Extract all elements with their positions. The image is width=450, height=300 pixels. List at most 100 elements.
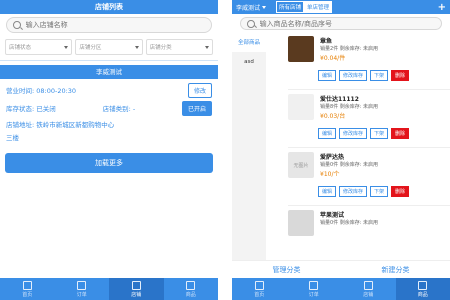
product-actions: 编辑 修改库存 下架 删除 — [318, 128, 410, 139]
product-name: 章鱼 — [320, 38, 333, 45]
hours-row: 营业时间: 08:00-20:30 修改 — [0, 81, 218, 99]
all-stores-tab[interactable]: 所有店铺 — [276, 1, 305, 13]
add-icon[interactable]: + — [438, 2, 446, 13]
product-thumb — [288, 36, 314, 62]
tab-orders-label: 订单 — [76, 291, 87, 298]
chevron-down-icon — [64, 45, 69, 49]
tab-bar: 首页 订单 店铺 商品 — [232, 278, 450, 300]
product-item: 爱仕达11112 销量8件 剩余库存: 未启用 ¥0.03/台 编辑 修改库存 … — [288, 90, 450, 148]
search-row — [0, 14, 218, 38]
store-icon — [131, 280, 141, 290]
tab-store[interactable]: 店铺 — [341, 278, 396, 300]
chevron-down-icon — [262, 5, 267, 9]
single-store-tab[interactable]: 单店管理 — [304, 1, 333, 13]
right-top-bar: 李威测试 所有店铺 单店管理 + — [232, 0, 450, 14]
search-icon — [247, 19, 255, 28]
tab-products[interactable]: 商品 — [164, 278, 219, 300]
product-thumb — [288, 210, 314, 236]
search-box[interactable] — [6, 17, 212, 33]
edit-stock-button[interactable]: 修改库存 — [339, 186, 368, 197]
tab-home[interactable]: 首页 — [232, 278, 287, 300]
tab-products-label: 商品 — [417, 291, 428, 298]
tab-products[interactable]: 商品 — [395, 278, 450, 300]
tab-home-label: 首页 — [254, 291, 265, 298]
products-icon — [418, 280, 428, 290]
delete-button[interactable]: 删除 — [391, 186, 410, 197]
filter-district-label: 店铺分区 — [79, 45, 102, 51]
filter-district[interactable]: 店铺分区 — [75, 39, 143, 55]
product-price: ¥0.04/件 — [320, 55, 346, 62]
product-actions: 编辑 修改库存 下架 删除 — [318, 186, 410, 197]
filter-status-label: 店铺状态 — [9, 45, 32, 51]
product-search-input[interactable] — [259, 19, 435, 28]
orders-icon — [309, 280, 319, 290]
tab-products-label: 商品 — [185, 291, 196, 298]
filter-category-label: 店铺分类 — [149, 45, 172, 51]
product-price: ¥0.03/台 — [320, 113, 346, 120]
tab-orders[interactable]: 订单 — [55, 278, 110, 300]
product-thumb — [288, 94, 314, 120]
product-stock: 销量8件 剩余库存: 未启用 — [320, 104, 379, 110]
new-category-button[interactable]: 新建分类 — [341, 261, 450, 278]
shop-category: 店铺类别: - — [102, 105, 136, 113]
load-more-button[interactable]: 加载更多 — [5, 153, 213, 173]
category-all[interactable]: 全部商品 — [232, 32, 266, 52]
business-hours: 营业时间: 08:00-20:30 — [6, 87, 77, 95]
shop-address-line2: 三楼 — [6, 134, 19, 142]
product-thumb: 无图片 — [288, 152, 314, 178]
product-list: 章鱼 销量2件 剩余库存: 未启用 ¥0.04/件 编辑 修改库存 下架 删除 … — [266, 32, 450, 278]
manage-category-button[interactable]: 管理分类 — [232, 261, 341, 278]
store-select[interactable]: 李威测试 — [236, 3, 267, 12]
edit-stock-button[interactable]: 修改库存 — [339, 70, 368, 81]
tab-home[interactable]: 首页 — [0, 278, 55, 300]
delist-button[interactable]: 下架 — [370, 70, 389, 81]
page-title: 店铺列表 — [0, 0, 218, 14]
tab-bar: 首页 订单 店铺 商品 — [0, 278, 218, 300]
edit-button[interactable]: 编辑 — [318, 186, 337, 197]
status-row: 库存状态: 已关闭 店铺类别: - 已开启 — [0, 99, 218, 117]
edit-stock-button[interactable]: 修改库存 — [339, 128, 368, 139]
tab-orders-label: 订单 — [308, 291, 319, 298]
category-list: 全部商品 asd — [232, 32, 266, 278]
product-item: 苹果测试 销量0件 剩余库存: 未启用 — [288, 206, 450, 264]
product-name: 爱萨达热 — [320, 154, 345, 161]
category-ops: 管理分类 新建分类 — [232, 260, 450, 278]
tab-orders[interactable]: 订单 — [287, 278, 342, 300]
right-body: 全部商品 asd 章鱼 销量2件 剩余库存: 未启用 ¥0.04/件 编辑 修改… — [232, 32, 450, 278]
category-asd[interactable]: asd — [232, 52, 266, 72]
product-price: ¥10/个 — [320, 171, 340, 178]
delist-button[interactable]: 下架 — [370, 186, 389, 197]
products-icon — [186, 280, 196, 290]
store-select-label: 李威测试 — [236, 4, 261, 12]
filter-status[interactable]: 店铺状态 — [5, 39, 73, 55]
shop-address: 店铺地址: 铁岭市新城区新都购物中心 — [6, 121, 115, 129]
home-icon — [254, 280, 264, 290]
edit-button[interactable]: 修改 — [187, 82, 212, 98]
open-button[interactable]: 已开启 — [181, 100, 212, 116]
stock-status: 库存状态: 已关闭 — [6, 105, 56, 113]
tab-store-label: 店铺 — [363, 291, 374, 298]
home-icon — [22, 280, 32, 290]
filter-category[interactable]: 店铺分类 — [145, 39, 213, 55]
tab-store[interactable]: 店铺 — [109, 278, 164, 300]
phone-left: 店铺列表 店铺状态 店铺分区 店铺分类 李威测试 营业时间: 08:00-20:… — [0, 0, 218, 300]
product-name: 爱仕达11112 — [320, 96, 359, 103]
product-stock: 销量2件 剩余库存: 未启用 — [320, 46, 379, 52]
orders-icon — [77, 280, 87, 290]
search-input[interactable] — [25, 21, 205, 29]
filter-row: 店铺状态 店铺分区 店铺分类 — [0, 38, 218, 56]
delist-button[interactable]: 下架 — [370, 128, 389, 139]
right-search-row — [232, 14, 450, 32]
product-stock: 销量0件 剩余库存: 未启用 — [320, 220, 379, 226]
edit-button[interactable]: 编辑 — [318, 70, 337, 81]
edit-button[interactable]: 编辑 — [318, 128, 337, 139]
product-actions: 编辑 修改库存 下架 删除 — [318, 70, 410, 81]
delete-button[interactable]: 删除 — [391, 70, 410, 81]
product-stock: 销量0件 剩余库存: 未启用 — [320, 162, 379, 168]
address-block: 店铺地址: 铁岭市新城区新都购物中心 三楼 — [0, 117, 218, 147]
right-search-box[interactable] — [240, 17, 442, 30]
chevron-down-icon — [134, 45, 139, 49]
tab-store-label: 店铺 — [131, 291, 142, 298]
delete-button[interactable]: 删除 — [391, 128, 410, 139]
store-icon — [363, 280, 373, 290]
